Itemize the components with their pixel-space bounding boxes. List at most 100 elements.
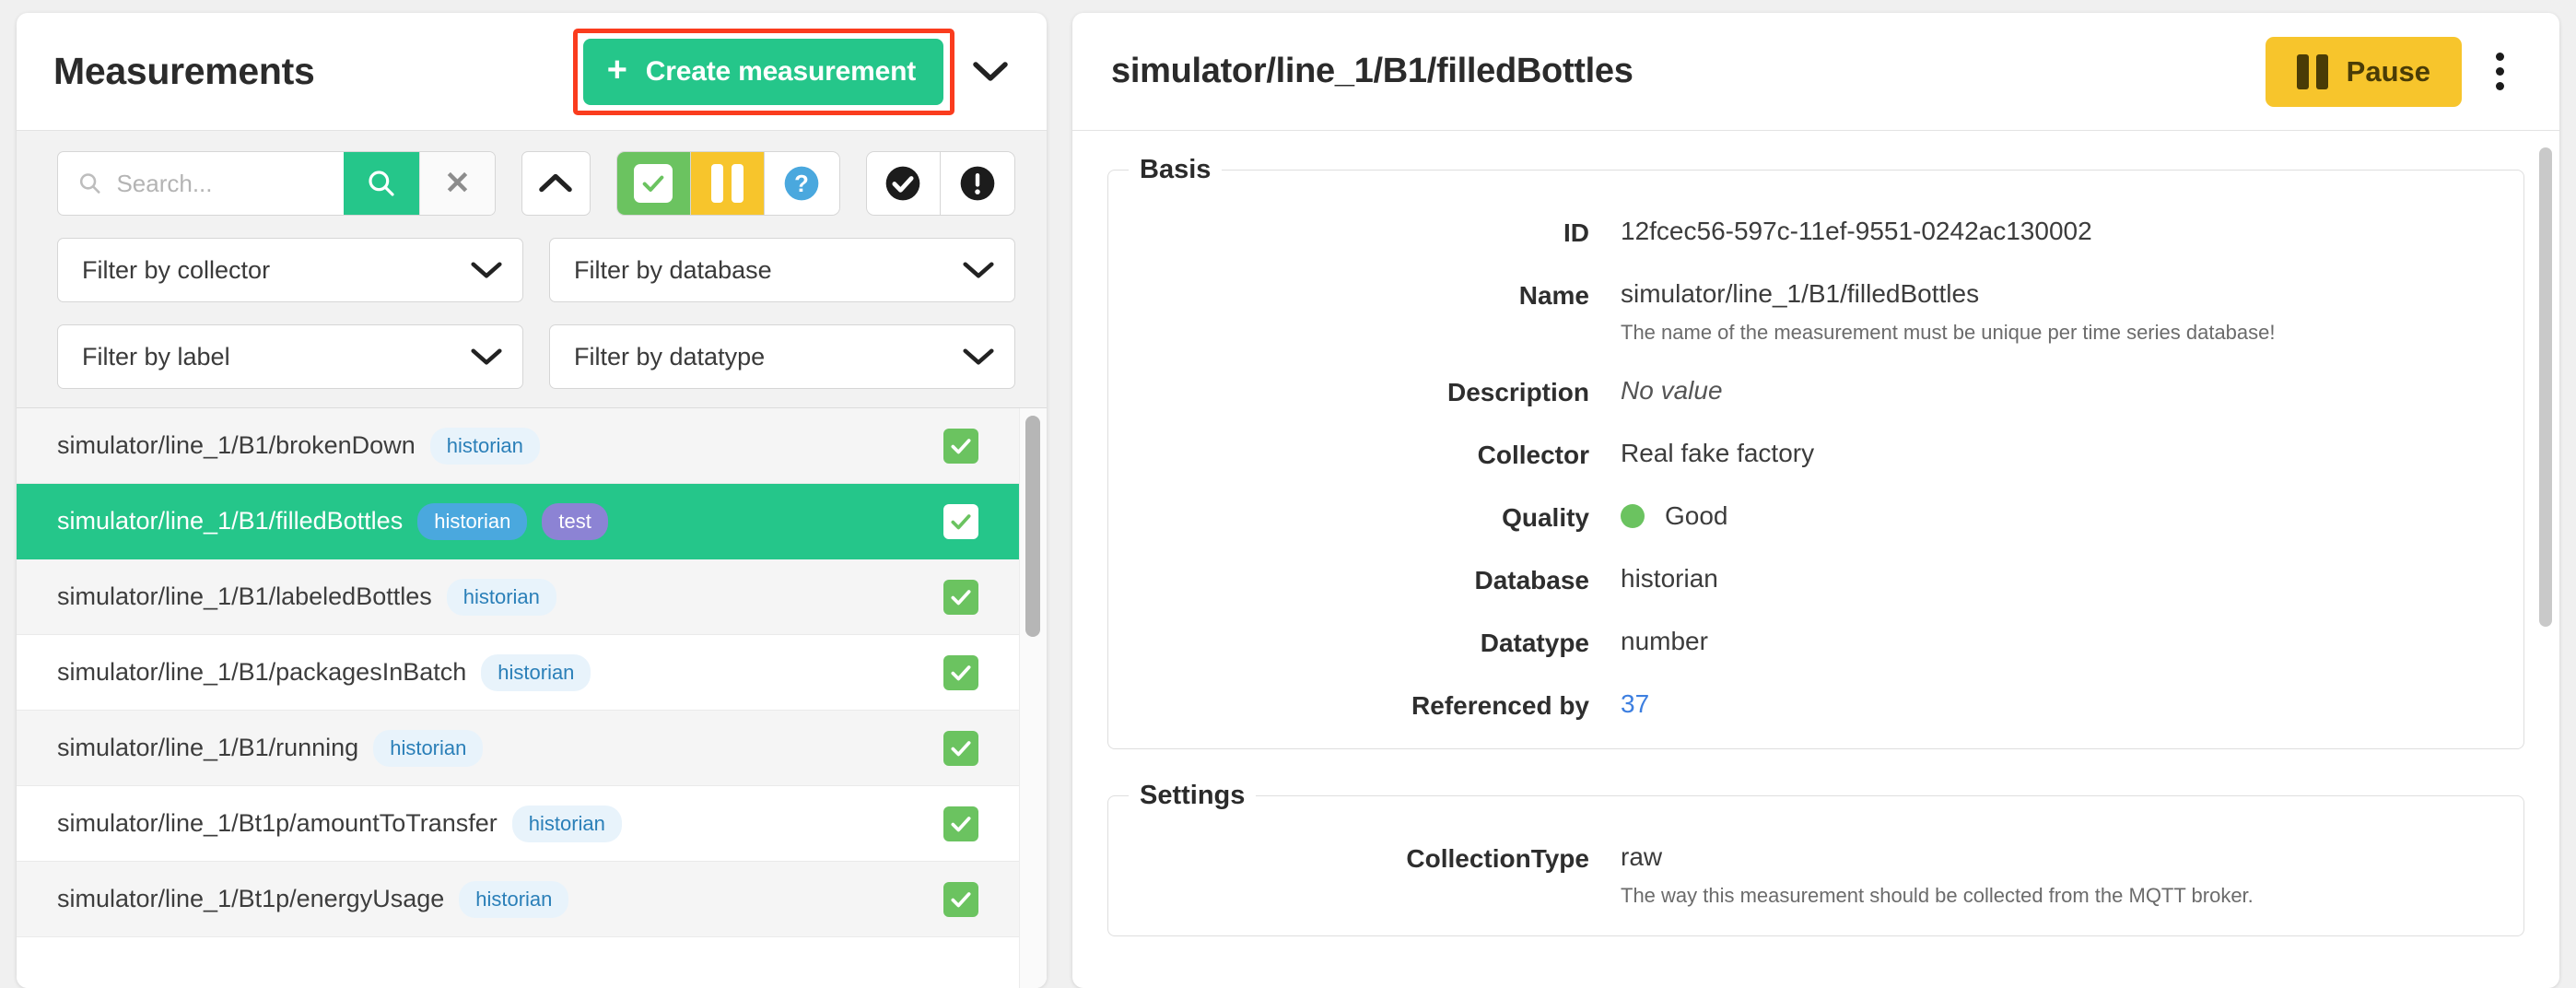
detail-field-value: raw (1621, 842, 1663, 871)
detail-field-value: historian (1621, 564, 1718, 593)
question-circle-icon: ? (785, 166, 819, 201)
measurement-detail-panel: simulator/line_1/B1/filledBottles Pause … (1072, 13, 2559, 988)
pause-button[interactable]: Pause (2265, 36, 2462, 107)
chevron-down-icon (471, 262, 502, 278)
detail-field-label: Referenced by (1411, 691, 1589, 720)
measurement-row-name: simulator/line_1/Bt1p/energyUsage (57, 885, 445, 912)
quality-dot-icon (1621, 504, 1645, 528)
checkbox-checked-icon[interactable] (943, 579, 978, 615)
filter-by-label-label: Filter by label (82, 342, 230, 370)
search-field (58, 152, 344, 215)
search-toolbar-row: ✕ (57, 151, 1015, 216)
detail-field: CollectionType raw The way this measuremen… (1108, 842, 2523, 908)
detail-field-label: Quality (1502, 503, 1589, 532)
filter-unknown-button[interactable]: ? (765, 152, 839, 215)
filter-error-button[interactable] (940, 152, 1014, 215)
measurement-row-badges: historian (446, 578, 556, 616)
detail-field: Database historian (1108, 564, 2523, 595)
filter-by-collector-label: Filter by collector (82, 255, 271, 284)
settings-legend: Settings (1140, 781, 1246, 810)
filter-ok-button[interactable] (866, 152, 941, 215)
measurement-row[interactable]: simulator/line_1/B1/brokenDown historian (17, 408, 1026, 484)
search-submit-button[interactable] (344, 152, 419, 215)
badge-historian: historian (417, 502, 528, 540)
detail-field-link[interactable]: 37 (1621, 689, 2523, 719)
detail-field-label: Collector (1477, 441, 1589, 469)
list-scrollbar-thumb[interactable] (1025, 416, 1040, 637)
checkbox-checked-icon[interactable] (943, 881, 978, 917)
measurement-row-status (943, 806, 1026, 841)
measurements-list-body: simulator/line_1/B1/brokenDown historian s… (17, 408, 1047, 937)
detail-field-label: Database (1474, 566, 1589, 594)
settings-section: Settings CollectionType raw The way this m… (1107, 781, 2524, 936)
settings-fields: CollectionType raw The way this measuremen… (1108, 842, 2523, 908)
detail-field-label: CollectionType (1406, 844, 1589, 873)
chevron-down-icon (973, 61, 1008, 81)
detail-title: simulator/line_1/B1/filledBottles (1111, 52, 1633, 90)
checkbox-checked-icon[interactable] (943, 428, 978, 464)
measurement-row-badges: historian (429, 427, 540, 465)
detail-field-value: simulator/line_1/B1/filledBottles (1621, 279, 1980, 308)
chevron-up-icon (539, 173, 573, 193)
kebab-menu-icon[interactable] (2469, 37, 2530, 107)
measurements-panel: Measurements + Create measurement Search… (17, 13, 1047, 988)
measurement-row-name: simulator/line_1/B1/labeledBottles (57, 582, 432, 610)
measurement-row[interactable]: simulator/line_1/B1/labeledBottles histor… (17, 559, 1026, 635)
checkbox-checked-icon[interactable] (943, 806, 978, 841)
measurement-row-name: simulator/line_1/B1/running (57, 734, 359, 761)
detail-scrollbar-thumb[interactable] (2539, 147, 2552, 627)
measurement-row-name: simulator/line_1/Bt1p/amountToTransfer (57, 809, 498, 837)
checkbox-checked-icon[interactable] (943, 730, 978, 766)
detail-field-value-column: simulator/line_1/B1/filledBottles The nam… (1621, 279, 2523, 345)
checkbox-checked-icon[interactable] (943, 654, 978, 690)
filter-by-label-select[interactable]: Filter by label (57, 324, 523, 389)
detail-field-label: Description (1446, 378, 1589, 406)
collapse-filters-button[interactable] (521, 151, 591, 216)
status-filter-group: ? (615, 151, 840, 216)
detail-field-label: Datatype (1480, 629, 1589, 657)
badge-historian: historian (511, 805, 622, 842)
measurement-row[interactable]: simulator/line_1/B1/packagesInBatch histo… (17, 635, 1026, 711)
detail-header: simulator/line_1/B1/filledBottles Pause (1072, 13, 2559, 131)
filter-paused-button[interactable] (691, 152, 766, 215)
measurement-row[interactable]: simulator/line_1/Bt1p/amountToTransfer hi… (17, 786, 1026, 862)
measurement-row[interactable]: simulator/line_1/Bt1p/energyUsage histori… (17, 862, 1026, 937)
measurement-row-name: simulator/line_1/B1/brokenDown (57, 431, 416, 459)
measurement-row[interactable]: simulator/line_1/B1/running historian (17, 711, 1026, 786)
detail-field-value-column: 12fcec56-597c-11ef-9551-0242ac130002 (1621, 217, 2523, 248)
detail-field-value-column: number (1621, 627, 2523, 658)
chevron-down-icon (963, 348, 994, 365)
create-measurement-button[interactable]: + Create measurement (582, 38, 943, 105)
filter-enabled-button[interactable] (616, 152, 692, 215)
search-clear-button[interactable]: ✕ (419, 152, 495, 215)
detail-field-value: number (1621, 627, 1708, 655)
detail-field: Referenced by 37 (1108, 689, 2523, 721)
search-input[interactable] (116, 169, 329, 198)
measurement-row-badges: historian (373, 729, 484, 767)
detail-field-value-column: Real fake factory (1621, 439, 2523, 470)
basis-section: Basis ID 12fcec56-597c-11ef-9551-0242ac13… (1107, 155, 2524, 749)
create-measurement-dropdown[interactable] (958, 39, 1023, 105)
detail-field-value: No value (1621, 376, 1723, 405)
checkbox-checked-icon (634, 164, 673, 203)
detail-field-label: ID (1563, 218, 1589, 247)
measurement-row[interactable]: simulator/line_1/B1/filledBottles histori… (17, 484, 1026, 559)
basis-legend: Basis (1140, 155, 1212, 184)
detail-field-value-column: historian (1621, 564, 2523, 595)
detail-field-value: Real fake factory (1621, 439, 1815, 467)
svg-text:?: ? (795, 171, 810, 197)
exclamation-circle-icon (960, 166, 995, 201)
filter-by-datatype-select[interactable]: Filter by datatype (549, 324, 1015, 389)
measurement-row-status (943, 881, 1026, 917)
chevron-down-icon (963, 262, 994, 278)
detail-field-hint: The way this measurement should be colle… (1621, 884, 2254, 907)
filter-by-database-select[interactable]: Filter by database (549, 238, 1015, 302)
measurements-toolbar: ✕ (17, 131, 1047, 408)
filter-by-database-label: Filter by database (574, 255, 772, 284)
checkbox-checked-icon[interactable] (943, 503, 978, 539)
detail-field-value-column: raw The way this measurement should be co… (1621, 842, 2523, 908)
badge-historian: historian (481, 653, 591, 691)
filter-by-collector-select[interactable]: Filter by collector (57, 238, 523, 302)
filters-row-1: Filter by collector Filter by database (57, 238, 1015, 302)
detail-field-value-column: Good (1621, 501, 2523, 533)
